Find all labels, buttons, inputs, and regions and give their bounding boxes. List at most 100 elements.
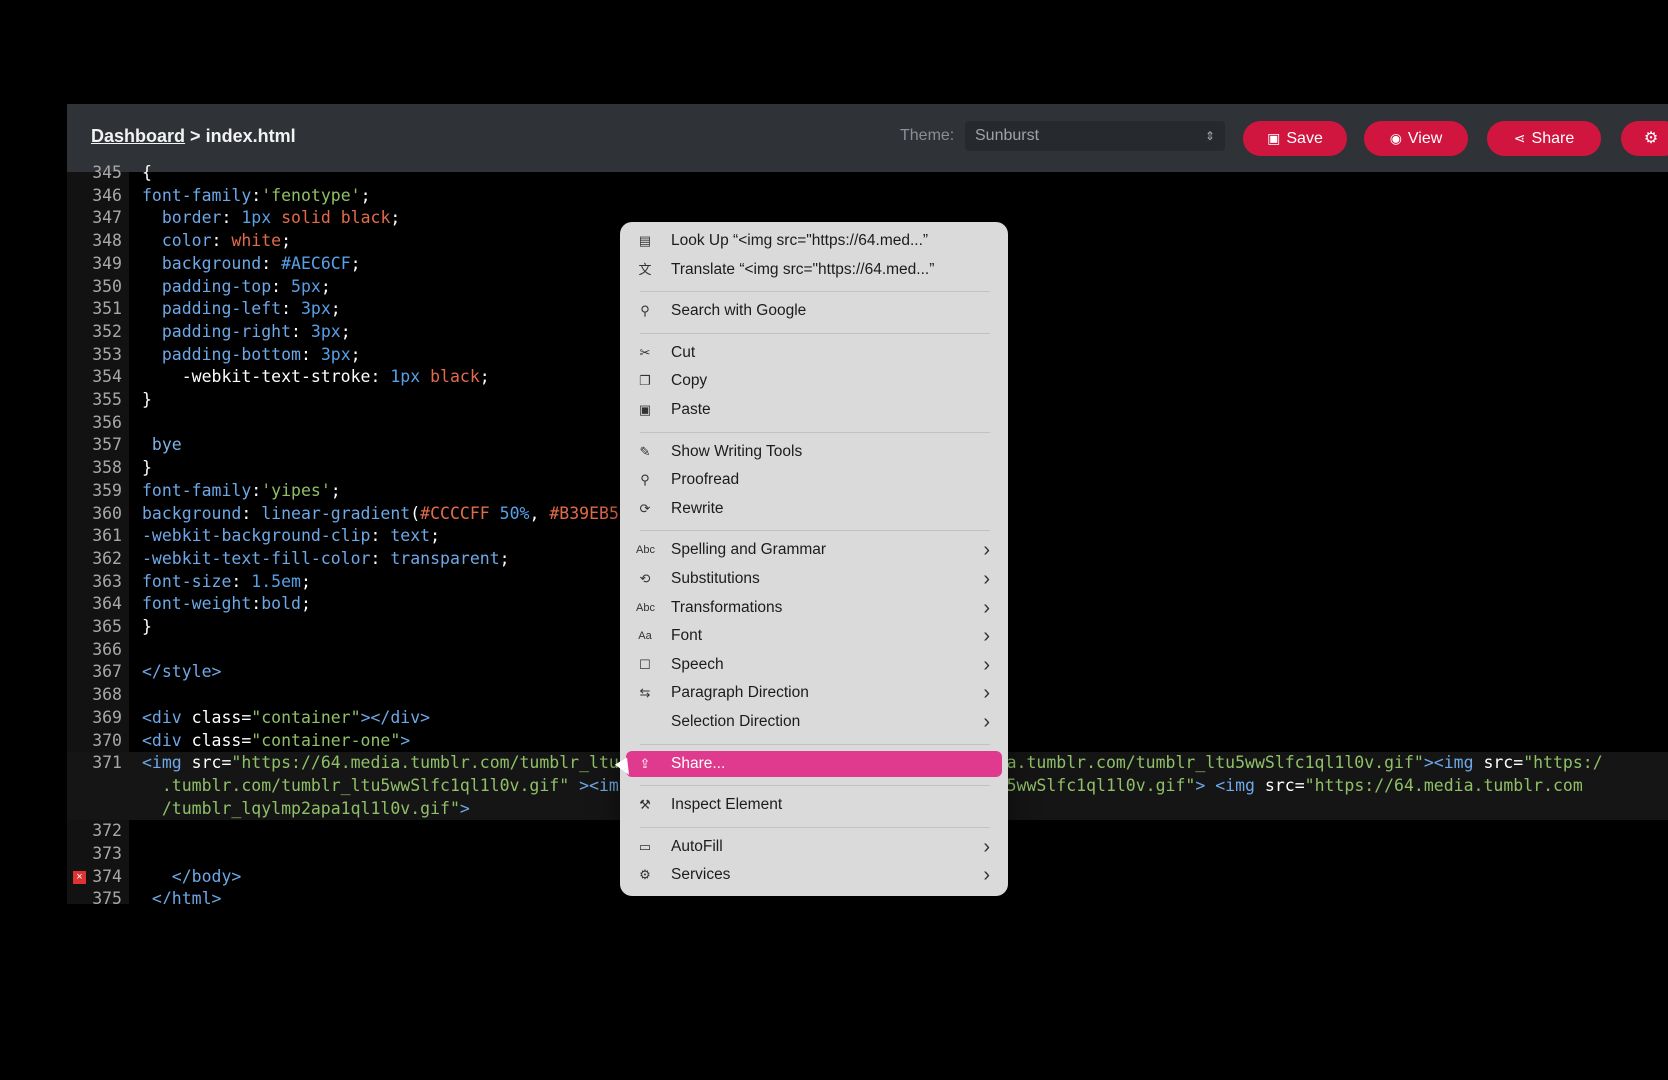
code-token: -webkit-text-fill-color xyxy=(142,548,371,568)
code-token: > xyxy=(400,730,411,750)
code-token: : xyxy=(281,299,301,319)
code-token: transparent xyxy=(390,548,500,568)
code-token: ; xyxy=(499,548,510,568)
code-token: <div xyxy=(142,707,192,727)
proofread-icon: ⚲ xyxy=(640,472,650,488)
code-token: 1px xyxy=(241,208,272,228)
line-number: 351 xyxy=(92,299,122,319)
chevron-right-icon: › xyxy=(983,539,990,562)
breadcrumb-dashboard-link[interactable]: Dashboard xyxy=(91,126,185,146)
menu-item-font[interactable]: Aa Font › xyxy=(626,623,1002,649)
code-token: : xyxy=(370,367,391,387)
share-label: Share xyxy=(1531,130,1575,147)
menu-item-look-up-img-src-https-64-med[interactable]: ▤ Look Up “<img src="https://64.med...” xyxy=(626,228,1002,254)
code-token: , xyxy=(529,503,550,523)
menu-item-speech[interactable]: ☐ Speech › xyxy=(626,652,1002,678)
theme-label: Theme: xyxy=(900,127,955,144)
share-icon: ⇪ xyxy=(639,755,651,771)
rewrite-icon: ⟳ xyxy=(639,500,651,516)
menu-item-paragraph-direction[interactable]: ⇆ Paragraph Direction › xyxy=(626,680,1002,706)
services-icon: ⚙ xyxy=(639,867,651,883)
menu-item-label: Cut xyxy=(671,343,696,361)
code-token: <im xyxy=(589,775,619,795)
line-number: 353 xyxy=(92,344,122,364)
menu-separator xyxy=(640,431,990,433)
menu-item-label: Selection Direction xyxy=(671,713,801,730)
menu-separator xyxy=(640,530,990,532)
code-token: 4.media.tumblr.com/tumblr_ltu5wwSlfc1ql1… xyxy=(947,753,1424,773)
code-text: -webkit-text-stroke: 1px black; xyxy=(142,366,490,389)
code-token: </body> xyxy=(142,866,242,886)
view-button[interactable]: ◉ View xyxy=(1364,121,1468,156)
code-token: > xyxy=(579,775,590,795)
chevron-right-icon: › xyxy=(983,653,990,676)
menu-item-inspect-element[interactable]: ⚒ Inspect Element xyxy=(626,792,1002,818)
line-number: 357 xyxy=(92,435,122,455)
menu-item-label: AutoFill xyxy=(671,837,723,855)
speech-icon: ☐ xyxy=(639,656,651,672)
breadcrumb-current: index.html xyxy=(205,126,296,146)
code-token: border xyxy=(161,208,222,228)
code-token: > <img xyxy=(1195,775,1265,795)
code-token: 3px xyxy=(310,321,341,341)
menu-item-cut[interactable]: ✂ Cut xyxy=(626,340,1002,366)
chevron-right-icon: › xyxy=(983,596,990,619)
chevron-right-icon: › xyxy=(983,835,990,858)
menu-item-transformations[interactable]: Abc Transformations › xyxy=(626,595,1002,621)
save-button[interactable]: ▣ Save xyxy=(1243,121,1347,156)
menu-item-rewrite[interactable]: ⟳ Rewrite xyxy=(626,496,1002,522)
code-text: { xyxy=(142,162,152,185)
menu-item-label: Rewrite xyxy=(671,499,724,517)
error-icon[interactable]: × xyxy=(73,870,86,884)
code-line: 345 { xyxy=(67,162,1668,185)
code-token: ; xyxy=(300,571,311,591)
chevron-right-icon: › xyxy=(983,682,990,705)
line-number: 360 xyxy=(92,503,122,523)
menu-item-paste[interactable]: ▣ Paste xyxy=(626,397,1002,423)
save-label: Save xyxy=(1286,130,1323,147)
menu-item-translate-img-src-https-64-med[interactable]: 文 Translate “<img src="https://64.med...” xyxy=(626,257,1002,283)
theme-select[interactable]: Sunburst ⇕ xyxy=(965,121,1225,151)
theme-value: Sunburst xyxy=(975,127,1040,144)
settings-button[interactable]: ⚙ xyxy=(1621,121,1668,156)
code-token: = xyxy=(241,707,252,727)
menu-item-autofill[interactable]: ▭ AutoFill › xyxy=(626,834,1002,860)
code-token: font-weight xyxy=(142,594,252,614)
menu-item-search-with-google[interactable]: ⚲ Search with Google xyxy=(626,298,1002,324)
code-token: : xyxy=(251,480,262,500)
code-text: -webkit-text-fill-color: transparent; xyxy=(142,548,510,571)
code-token: ( xyxy=(410,503,421,523)
code-token: color xyxy=(161,231,212,251)
menu-item-services[interactable]: ⚙ Services › xyxy=(626,862,1002,888)
code-text: font-size: 1.5em; xyxy=(142,571,311,594)
code-token: 1px xyxy=(390,367,421,387)
code-token: ; xyxy=(340,321,351,341)
code-token: text xyxy=(390,526,431,546)
code-token: = xyxy=(1513,753,1524,773)
menu-item-label: Font xyxy=(671,627,703,645)
share-button[interactable]: ⋖ Share xyxy=(1487,121,1601,156)
menu-item-substitutions[interactable]: ⟲ Substitutions › xyxy=(626,566,1002,592)
line-number: 368 xyxy=(92,685,122,705)
line-number: 359 xyxy=(92,480,122,500)
menu-item-show-writing-tools[interactable]: ✎ Show Writing Tools xyxy=(626,439,1002,465)
menu-item-spelling-and-grammar[interactable]: Abc Spelling and Grammar › xyxy=(626,537,1002,563)
menu-separator xyxy=(640,743,990,745)
menu-item-label: Proofread xyxy=(671,471,740,489)
menu-item-proofread[interactable]: ⚲ Proofread xyxy=(626,467,1002,493)
code-token: 1.5em xyxy=(251,571,301,591)
code-token: <div xyxy=(142,730,192,750)
code-token: padding-top xyxy=(161,276,272,296)
code-text: padding-right: 3px; xyxy=(142,321,351,344)
code-token: bold xyxy=(261,594,301,614)
code-text: </style> xyxy=(142,661,221,684)
line-number: 358 xyxy=(92,458,122,478)
code-token: white xyxy=(231,231,282,251)
menu-item-selection-direction[interactable]: Selection Direction › xyxy=(626,709,1002,735)
menu-item-share[interactable]: ⇪ Share... xyxy=(626,750,1002,777)
code-token: "https:/ xyxy=(1523,753,1603,773)
menu-item-copy[interactable]: ❐ Copy xyxy=(626,368,1002,394)
